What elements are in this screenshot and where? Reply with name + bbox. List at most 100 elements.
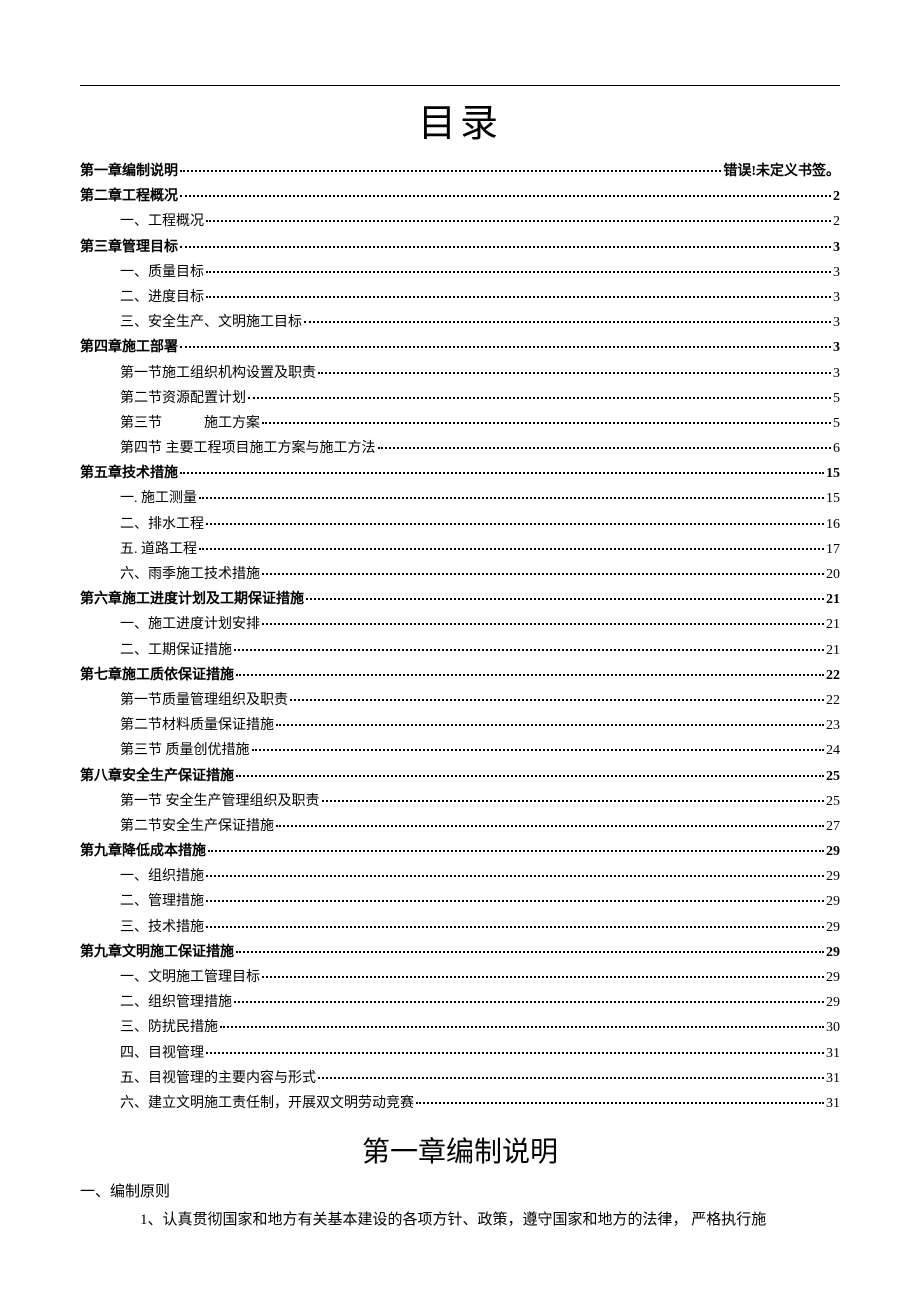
toc-row[interactable]: 第六章施工进度计划及工期保证措施21 [80,587,840,612]
toc-page: 21 [826,612,840,637]
toc-row[interactable]: 第一节施工组织机构设置及职责3 [80,361,840,386]
toc-page: 15 [826,486,840,511]
toc-page: 2 [833,184,840,209]
toc-row[interactable]: 一、文明施工管理目标 29 [80,965,840,990]
toc-label: 第二节安全生产保证措施 [120,814,274,839]
toc-row[interactable]: 第九章文明施工保证措施29 [80,940,840,965]
toc-page: 24 [826,738,840,763]
toc-row[interactable]: 第三节 质量创优措施24 [80,738,840,763]
toc-leader-dots [290,690,824,701]
toc-row[interactable]: 第一节质量管理组织及职责 22 [80,688,840,713]
toc-row[interactable]: 六、建立文明施工责任制，开展双文明劳动竞赛 31 [80,1091,840,1116]
toc-label: 第三章管理目标 [80,235,178,260]
toc-page: 3 [833,361,840,386]
toc-row[interactable]: 第七章施工质依保证措施 22 [80,663,840,688]
toc-row[interactable]: 第九章降低成本措施 29 [80,839,840,864]
toc-row[interactable]: 第二章工程概况2 [80,184,840,209]
toc-label: 六、建立文明施工责任制，开展双文明劳动竞赛 [120,1091,414,1116]
toc-row[interactable]: 第二节安全生产保证措施27 [80,814,840,839]
toc-row[interactable]: 第三章管理目标3 [80,235,840,260]
toc-row[interactable]: 一、组织措施 29 [80,864,840,889]
toc-label: 第九章降低成本措施 [80,839,206,864]
toc-leader-dots [206,866,824,877]
toc-row[interactable]: 四、目视管理31 [80,1041,840,1066]
toc-label: 第一节质量管理组织及职责 [120,688,288,713]
toc-label: 一、组织措施 [120,864,204,889]
toc-leader-dots [199,539,824,550]
toc-title: 目录 [80,92,840,147]
toc-page: 29 [826,864,840,889]
toc-row[interactable]: 二、进度目标3 [80,285,840,310]
toc-page: 25 [826,789,840,814]
toc-leader-dots [378,438,832,449]
toc-label: 二、排水工程 [120,512,204,537]
toc-leader-dots [236,765,824,776]
toc-row[interactable]: 二、工期保证措施21 [80,638,840,663]
toc-row[interactable]: 第二节材料质量保证措施23 [80,713,840,738]
toc-row[interactable]: 第一节 安全生产管理组织及职责25 [80,789,840,814]
toc-label: 一. 施工测量 [120,486,197,511]
toc-page: 2 [833,209,840,234]
toc-page: 22 [826,663,840,688]
toc-leader-dots [199,488,824,499]
toc-page: 3 [833,310,840,335]
toc-row[interactable]: 五. 道路工程17 [80,537,840,562]
toc-label: 第五章技术措施 [80,461,178,486]
toc-row[interactable]: 第二节资源配置计划 5 [80,386,840,411]
toc-page: 5 [833,411,840,436]
toc-row[interactable]: 一、质量目标3 [80,260,840,285]
toc-label: 二、进度目标 [120,285,204,310]
toc-leader-dots [206,211,831,222]
toc-row[interactable]: 一、施工进度计划安排21 [80,612,840,637]
toc-leader-dots [180,236,831,247]
toc-label: 第四章施工部署 [80,335,178,360]
toc-row[interactable]: 一、工程概况 2 [80,209,840,234]
toc-page: 31 [826,1091,840,1116]
toc-row[interactable]: 二、管理措施29 [80,889,840,914]
toc-row[interactable]: 第五章技术措施15 [80,461,840,486]
toc-row[interactable]: 五、目视管理的主要内容与形式 31 [80,1066,840,1091]
toc-page: 16 [826,512,840,537]
toc-leader-dots [236,942,824,953]
toc-label: 二、工期保证措施 [120,638,232,663]
toc-label: 五、目视管理的主要内容与形式 [120,1066,316,1091]
toc-leader-dots [416,1093,824,1104]
toc-page: 23 [826,713,840,738]
toc-label: 一、质量目标 [120,260,204,285]
toc-label: 二、管理措施 [120,889,204,914]
toc-row[interactable]: 六、雨季施工技术措施20 [80,562,840,587]
toc-page: 25 [826,764,840,789]
toc-page: 29 [826,965,840,990]
toc-row[interactable]: 一. 施工测量 15 [80,486,840,511]
toc-leader-dots [208,841,824,852]
toc-page: 31 [826,1066,840,1091]
toc-label: 一、工程概况 [120,209,204,234]
toc-row[interactable]: 第一章编制说明错误!未定义书签。 [80,159,840,184]
toc-leader-dots [318,362,831,373]
toc-label: 三、安全生产、文明施工目标 [120,310,302,335]
chapter-heading: 第一章编制说明 [80,1130,840,1170]
toc-row[interactable]: 二、组织管理措施29 [80,990,840,1015]
toc-label: 第二节资源配置计划 [120,386,246,411]
toc-row[interactable]: 第四章施工部署3 [80,335,840,360]
toc-page: 30 [826,1015,840,1040]
toc-row[interactable]: 三、技术措施29 [80,915,840,940]
toc-page: 22 [826,688,840,713]
toc-label: 一、文明施工管理目标 [120,965,260,990]
toc-row[interactable]: 三、防扰民措施30 [80,1015,840,1040]
toc-leader-dots [248,388,831,399]
toc-row[interactable]: 第八章安全生产保证措施25 [80,764,840,789]
toc-page: 31 [826,1041,840,1066]
toc-row[interactable]: 第四节 主要工程项目施工方案与施工方法6 [80,436,840,461]
toc-row[interactable]: 二、排水工程 16 [80,512,840,537]
toc-label: 第七章施工质依保证措施 [80,663,234,688]
toc-leader-dots [322,791,825,802]
toc-leader-dots [206,916,824,927]
toc-row[interactable]: 三、安全生产、文明施工目标 3 [80,310,840,335]
toc-label: 六、雨季施工技术措施 [120,562,260,587]
toc-row[interactable]: 第三节 施工方案5 [80,411,840,436]
toc-leader-dots [276,816,824,827]
toc-page: 29 [826,990,840,1015]
toc-page: 5 [833,386,840,411]
toc-page: 29 [826,839,840,864]
